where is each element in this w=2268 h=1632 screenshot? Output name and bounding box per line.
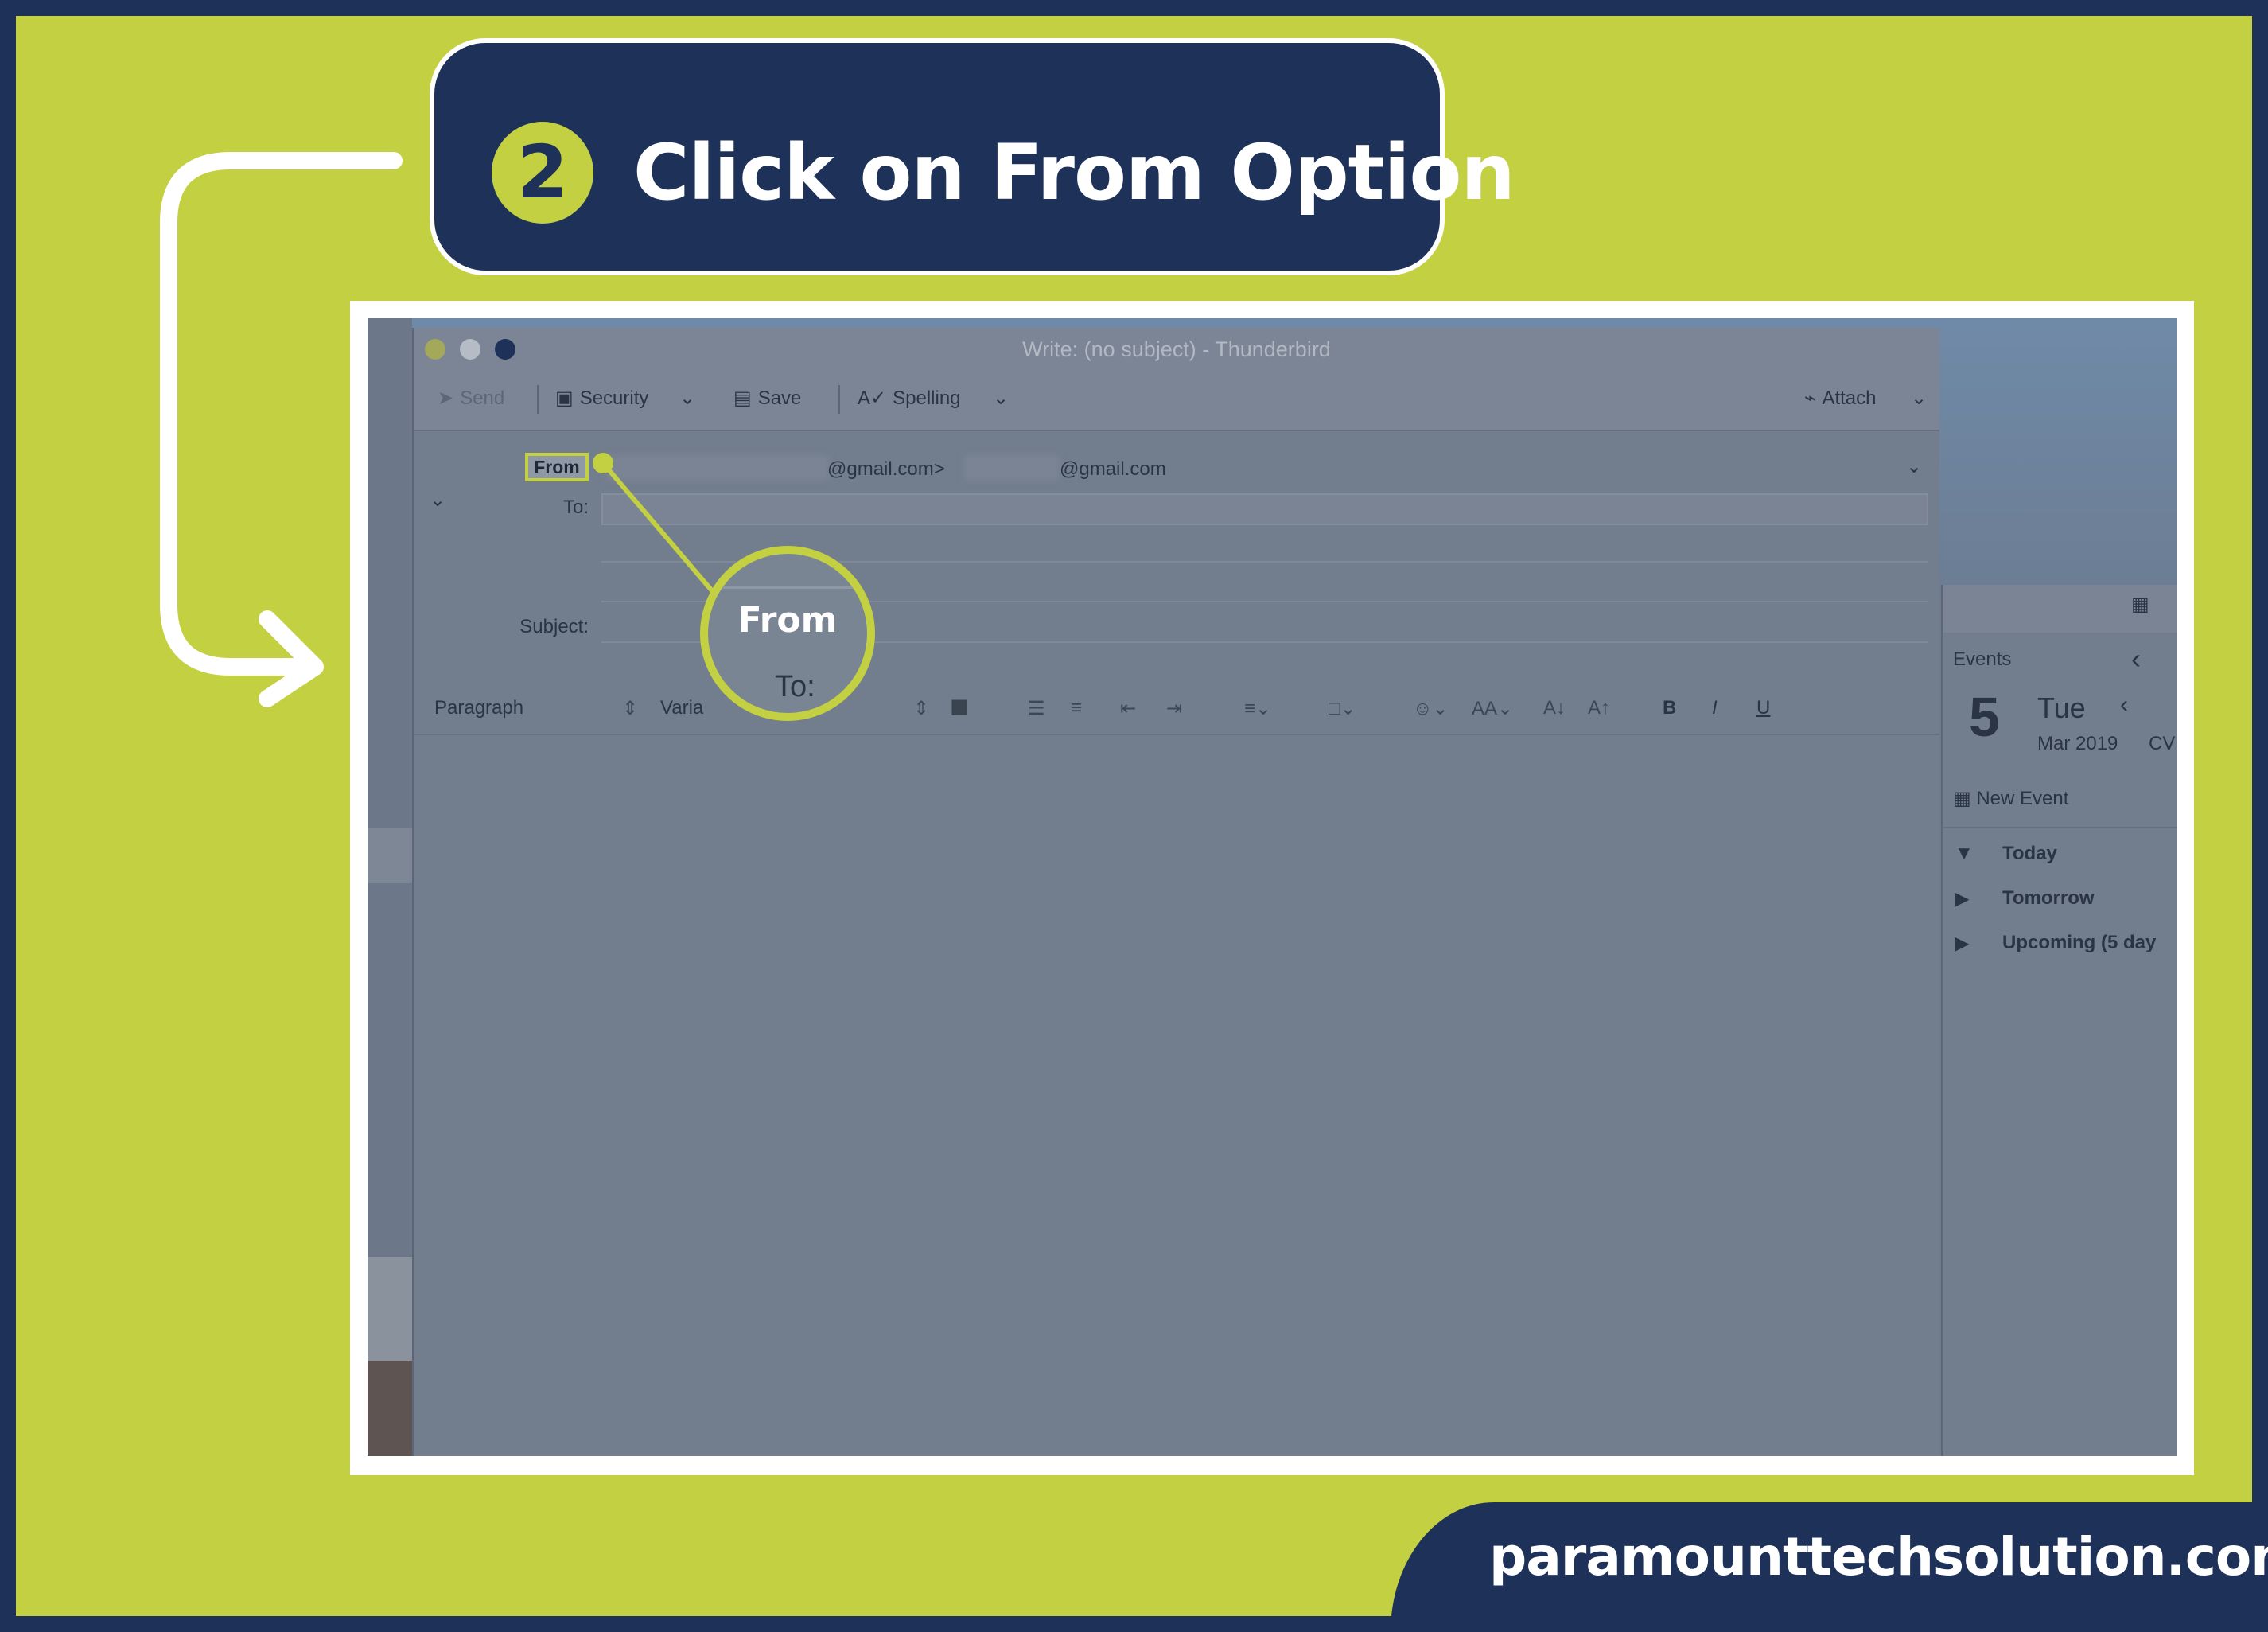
callout-connector xyxy=(593,453,726,606)
zoomed-from-label: From xyxy=(737,600,838,641)
thunderbird-screenshot: Write: (no subject) - Thunderbird ➤ Send … xyxy=(368,318,2177,1456)
screenshot-frame: Write: (no subject) - Thunderbird ➤ Send … xyxy=(350,301,2194,1475)
footer-tab: paramounttechsolution.com xyxy=(1391,1502,2268,1632)
zoom-magnifier-callout: From To: xyxy=(700,546,875,721)
website-url: paramounttechsolution.com xyxy=(1489,1526,2268,1587)
zoom-toolbar-edge xyxy=(708,586,867,589)
zoomed-to-label: To: xyxy=(775,670,815,703)
